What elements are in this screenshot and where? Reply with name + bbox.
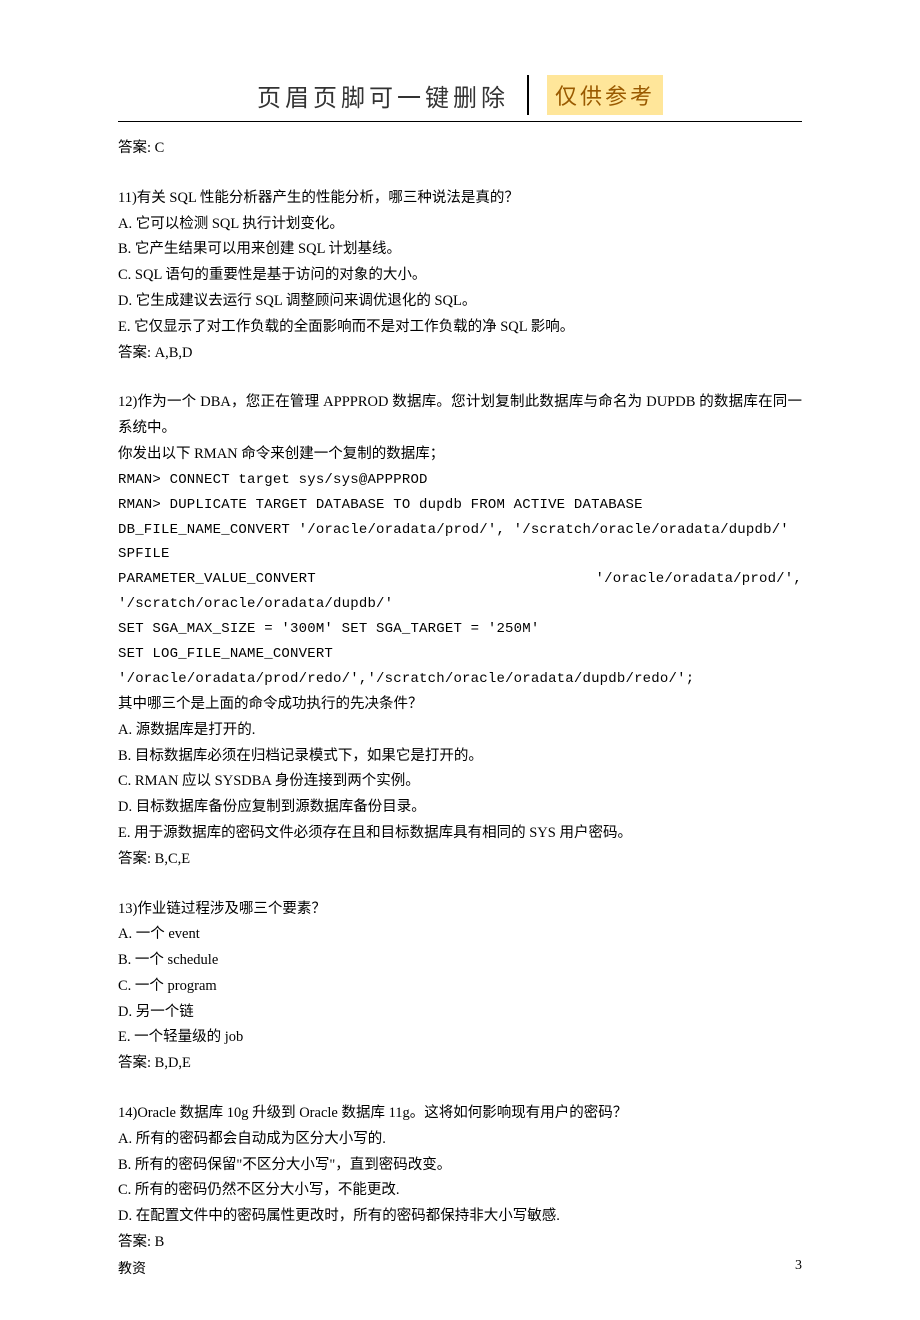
footer-left: 教资 [118, 1258, 146, 1278]
q11-option-a: A. 它可以检测 SQL 执行计划变化。 [118, 212, 802, 238]
q11-answer: 答案: A,B,D [118, 341, 802, 367]
q14-option-c: C. 所有的密码仍然不区分大小写，不能更改. [118, 1178, 802, 1204]
question-13: 13)作业链过程涉及哪三个要素？ A. 一个 event B. 一个 sched… [118, 897, 802, 1078]
q12-option-c: C. RMAN 应以 SYSDBA 身份连接到两个实例。 [118, 769, 802, 795]
header-badge: 仅供参考 [547, 75, 663, 115]
answer-text: 答案: C [118, 136, 802, 162]
q12-cmd-7: SET LOG_FILE_NAME_CONVERT [118, 642, 802, 667]
q12-cmd-5: PARAMETER_VALUE_CONVERT '/oracle/oradata… [118, 567, 802, 617]
q11-option-d: D. 它生成建议去运行 SQL 调整顾问来调优退化的 SQL。 [118, 289, 802, 315]
document-body: 答案: C 11)有关 SQL 性能分析器产生的性能分析，哪三种说法是真的？ A… [118, 136, 802, 1256]
q14-answer: 答案: B [118, 1230, 802, 1256]
q12-cmd-1: RMAN> CONNECT target sys/sys@APPPROD [118, 468, 802, 493]
q14-option-b: B. 所有的密码保留"不区分大小写"，直到密码改变。 [118, 1153, 802, 1179]
q12-option-e: E. 用于源数据库的密码文件必须存在且和目标数据库具有相同的 SYS 用户密码。 [118, 821, 802, 847]
q12-cmd-4: SPFILE [118, 542, 802, 567]
q14-option-a: A. 所有的密码都会自动成为区分大小写的. [118, 1127, 802, 1153]
q14-option-d: D. 在配置文件中的密码属性更改时，所有的密码都保持非大小写敏感. [118, 1204, 802, 1230]
footer-page-number: 3 [795, 1258, 802, 1278]
question-11: 11)有关 SQL 性能分析器产生的性能分析，哪三种说法是真的？ A. 它可以检… [118, 186, 802, 367]
question-14: 14)Oracle 数据库 10g 升级到 Oracle 数据库 11g。这将如… [118, 1101, 802, 1256]
q12-stem-1: 12)作为一个 DBA，您正在管理 APPPROD 数据库。您计划复制此数据库与… [118, 390, 802, 442]
q12-cmd-6: SET SGA_MAX_SIZE = '300M' SET SGA_TARGET… [118, 617, 802, 642]
page-header: 页眉页脚可一键删除 仅供参考 [118, 75, 802, 115]
page-footer: 教资 3 [118, 1258, 802, 1278]
answer-line: 答案: C [118, 136, 802, 162]
q11-option-c: C. SQL 语句的重要性是基于访问的对象的大小。 [118, 263, 802, 289]
q12-cmd-3: DB_FILE_NAME_CONVERT '/oracle/oradata/pr… [118, 518, 802, 543]
q11-option-b: B. 它产生结果可以用来创建 SQL 计划基线。 [118, 237, 802, 263]
q12-stem-2: 你发出以下 RMAN 命令来创建一个复制的数据库； [118, 442, 802, 468]
q12-answer: 答案: B,C,E [118, 847, 802, 873]
q13-option-d: D. 另一个链 [118, 1000, 802, 1026]
header-title: 页眉页脚可一键删除 [257, 78, 509, 113]
header-rule [118, 121, 802, 122]
q13-option-e: E. 一个轻量级的 job [118, 1025, 802, 1051]
q13-option-a: A. 一个 event [118, 922, 802, 948]
question-12: 12)作为一个 DBA，您正在管理 APPPROD 数据库。您计划复制此数据库与… [118, 390, 802, 872]
header-divider [527, 75, 529, 115]
q12-subquestion: 其中哪三个是上面的命令成功执行的先决条件？ [118, 692, 802, 718]
q13-option-c: C. 一个 program [118, 974, 802, 1000]
q13-answer: 答案: B,D,E [118, 1051, 802, 1077]
q12-cmd-8: '/oracle/oradata/prod/redo/','/scratch/o… [118, 667, 802, 692]
q14-stem: 14)Oracle 数据库 10g 升级到 Oracle 数据库 11g。这将如… [118, 1101, 802, 1127]
q11-option-e: E. 它仅显示了对工作负载的全面影响而不是对工作负载的净 SQL 影响。 [118, 315, 802, 341]
q12-option-a: A. 源数据库是打开的. [118, 718, 802, 744]
q13-option-b: B. 一个 schedule [118, 948, 802, 974]
q11-stem: 11)有关 SQL 性能分析器产生的性能分析，哪三种说法是真的？ [118, 186, 802, 212]
q13-stem: 13)作业链过程涉及哪三个要素？ [118, 897, 802, 923]
q12-cmd-2: RMAN> DUPLICATE TARGET DATABASE TO dupdb… [118, 493, 802, 518]
q12-option-b: B. 目标数据库必须在归档记录模式下，如果它是打开的。 [118, 744, 802, 770]
q12-option-d: D. 目标数据库备份应复制到源数据库备份目录。 [118, 795, 802, 821]
